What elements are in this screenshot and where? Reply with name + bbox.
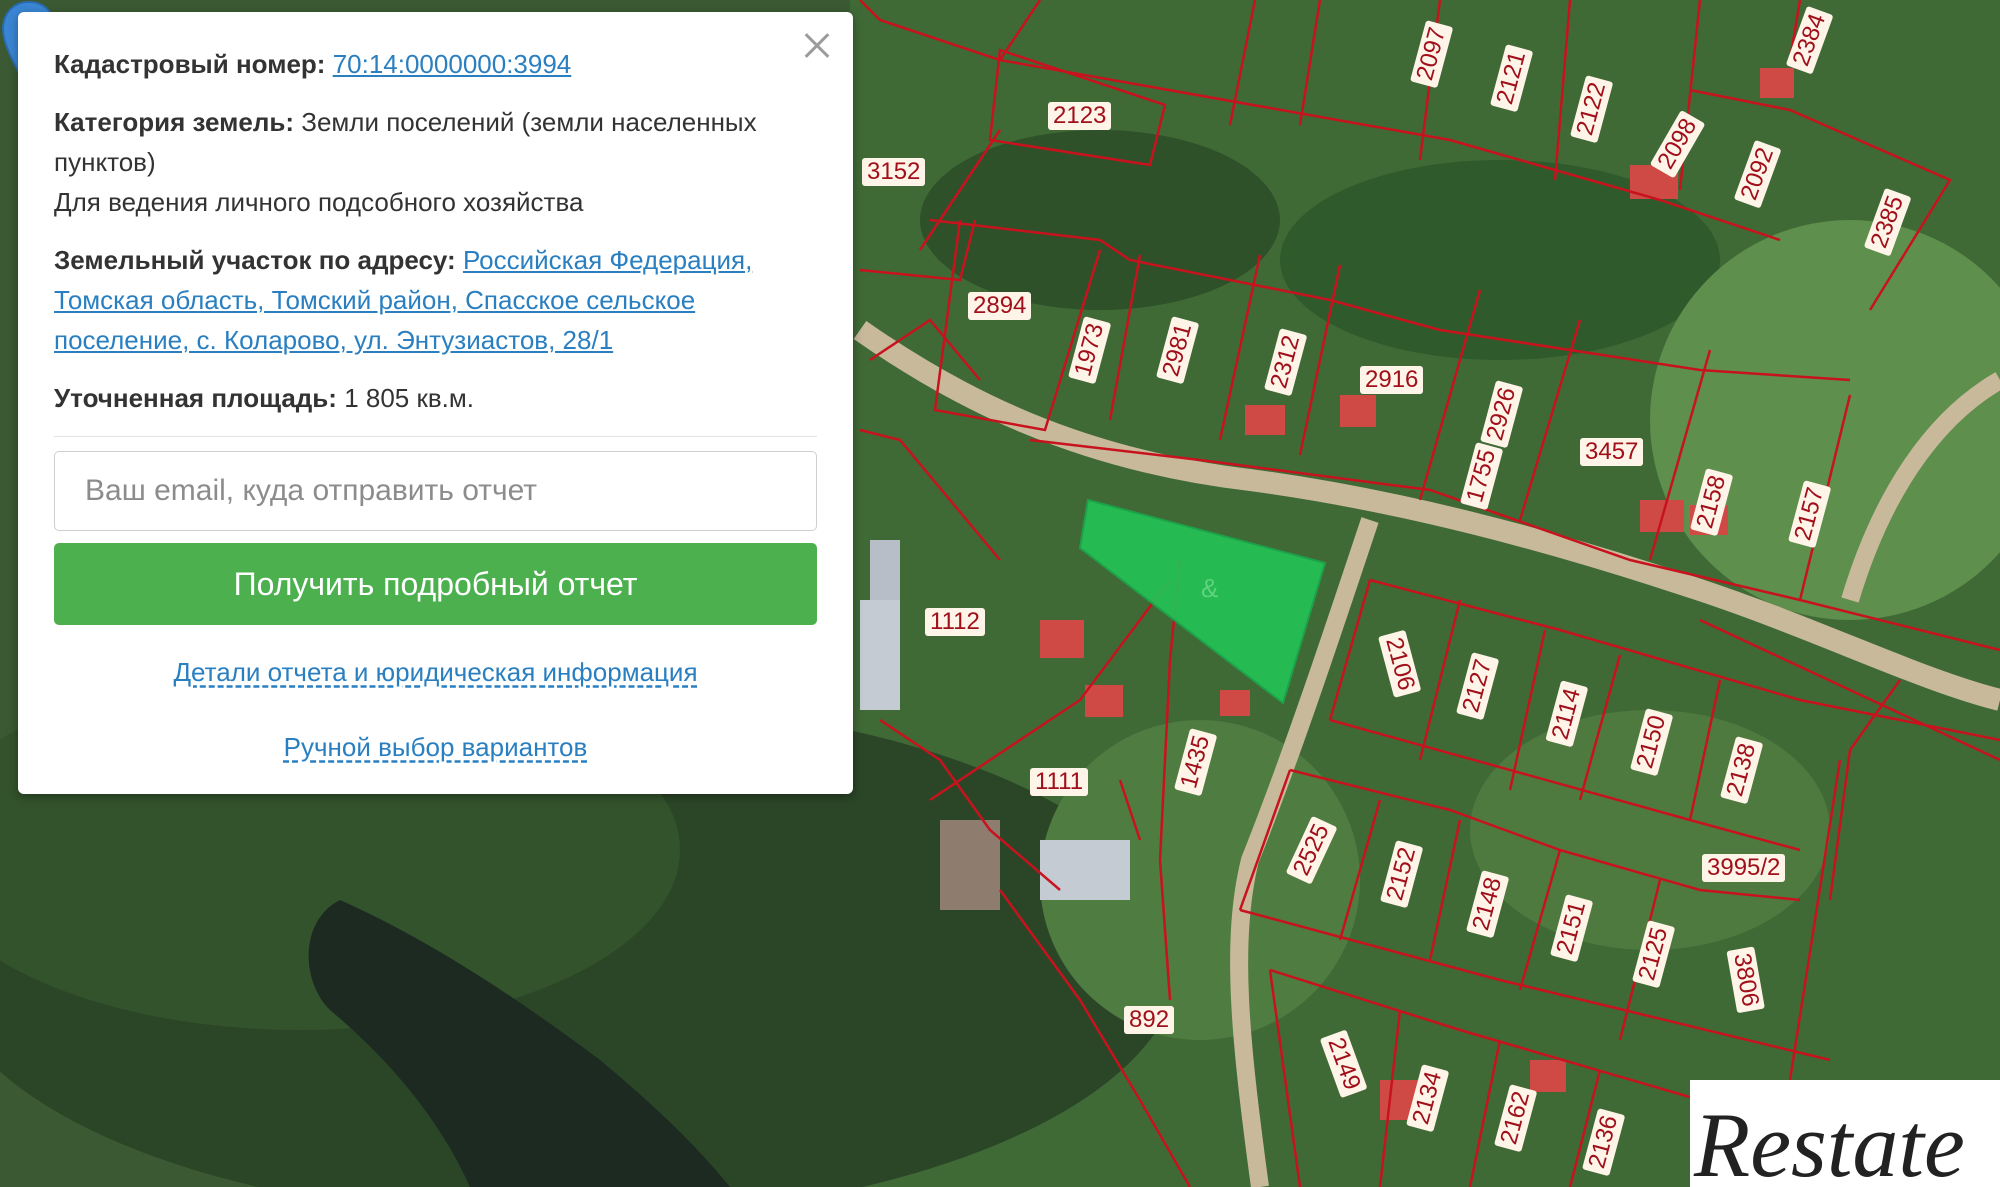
parcel-number-label: 3995/2 xyxy=(1702,854,1786,882)
parcel-info-panel: Кадастровый номер: 70:14:0000000:3994 Ка… xyxy=(18,12,853,794)
divider xyxy=(54,436,817,437)
area-label: Уточненная площадь: xyxy=(54,383,337,413)
cadastral-number-link[interactable]: 70:14:0000000:3994 xyxy=(333,49,572,79)
parcel-number-label: 1112 xyxy=(925,608,985,636)
manual-selection-link[interactable]: Ручной выбор вариантов xyxy=(54,732,817,763)
get-report-button[interactable]: Получить подробный отчет xyxy=(54,543,817,625)
close-icon[interactable] xyxy=(797,26,837,66)
parcel-number-label: 2916 xyxy=(1360,366,1424,394)
parcel-number-label: 3152 xyxy=(862,158,926,186)
land-usage-value: Для ведения личного подсобного хозяйства xyxy=(54,187,584,217)
parcel-number-label: 2123 xyxy=(1048,102,1112,130)
parcel-number-label: 892 xyxy=(1124,1006,1175,1034)
restate-logo: Restate xyxy=(1693,1094,1965,1187)
cadastral-number-row: Кадастровый номер: 70:14:0000000:3994 xyxy=(54,44,817,84)
parcel-number-label: 3457 xyxy=(1580,438,1644,466)
cadastral-number-label: Кадастровый номер: xyxy=(54,49,326,79)
parcel-number-label: 1111 xyxy=(1030,768,1089,796)
land-category-row: Категория земель: Земли поселений (земли… xyxy=(54,102,817,222)
area-value: 1 805 кв.м. xyxy=(344,383,474,413)
email-field[interactable] xyxy=(54,451,817,531)
area-row: Уточненная площадь: 1 805 кв.м. xyxy=(54,378,817,418)
parcel-number-label: 2894 xyxy=(968,292,1032,320)
restate-watermark: Restate xyxy=(1690,1080,2000,1187)
selected-parcel-label: & xyxy=(1201,573,1219,603)
address-label: Земельный участок по адресу: xyxy=(54,245,456,275)
address-row: Земельный участок по адресу: Российская … xyxy=(54,240,817,360)
report-details-link[interactable]: Детали отчета и юридическая информация xyxy=(54,657,817,688)
restate-logo-text: Restate xyxy=(1693,1094,1965,1187)
land-category-label: Категория земель: xyxy=(54,107,295,137)
